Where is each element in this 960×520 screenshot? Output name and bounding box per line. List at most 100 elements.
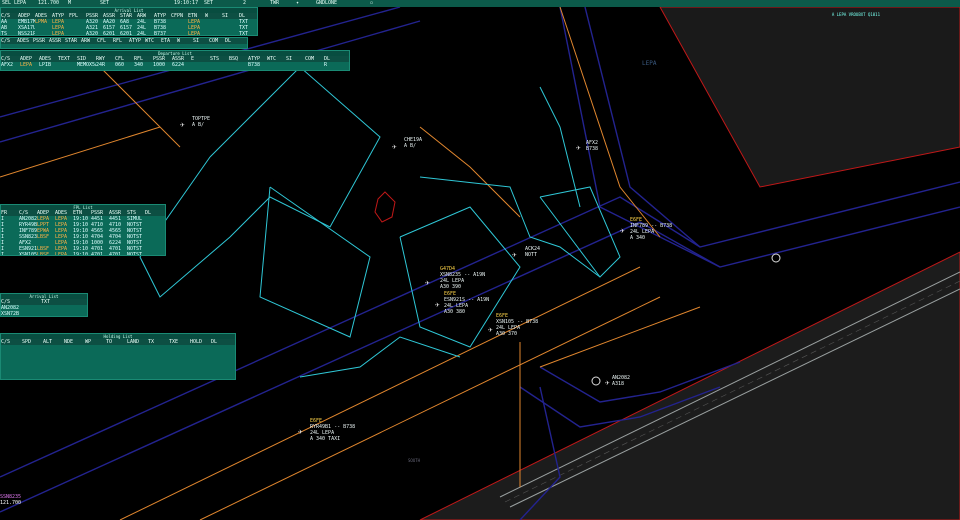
table-cell: 24R xyxy=(96,62,106,68)
table-cell: LBSF xyxy=(37,252,50,256)
track-label[interactable]: TOPTPE A B/ xyxy=(192,116,210,128)
table-cell: A320 xyxy=(86,31,99,36)
fpl-list-panel[interactable]: FPL List FR C/S ADEP ADES ETN PSSR ASSR STS DL I… xyxy=(0,204,166,256)
stand-icon xyxy=(374,191,396,223)
column-header[interactable]: ETA xyxy=(161,38,177,44)
panel-header-row: C/S ADES PSSR ASSR STAR ARW CFL RFL ATYP WTC ETA W S… xyxy=(1,38,247,44)
column-header[interactable]: STAR xyxy=(65,38,81,44)
column-header[interactable]: DL xyxy=(225,38,241,44)
column-header[interactable]: RFL xyxy=(113,38,129,44)
mode-indicator: M xyxy=(68,0,72,6)
frequency-readout: 121.700 xyxy=(38,0,60,6)
table-cell: B738 xyxy=(248,62,261,68)
table-cell: 4701 xyxy=(109,252,122,256)
track-label[interactable]: ACK24 NOTT xyxy=(525,246,540,258)
arrived-list-panel[interactable]: Arrival List C/S TXT AN2082 XSN72B xyxy=(0,293,88,317)
aircraft-icon: ✈ xyxy=(576,143,581,152)
table-row[interactable]: AFX2 LEPA LPIB MEMOX5A24R 060 340 1000 6224 B738… xyxy=(1,62,349,68)
column-header[interactable]: ALT xyxy=(43,339,64,345)
column-header[interactable]: DL xyxy=(211,339,232,345)
set-button-1[interactable]: SET xyxy=(100,0,109,7)
table-cell: 4701 xyxy=(91,252,104,256)
table-row[interactable]: I XSN105LBSF LEPA 19:10 4701 4701 NOTST xyxy=(1,252,165,256)
table-cell: 19:10 xyxy=(73,252,89,256)
column-header[interactable]: WTC xyxy=(145,38,161,44)
table-cell: LEPA xyxy=(55,252,68,256)
aircraft-icon: ✈ xyxy=(425,278,430,287)
table-row[interactable]: XSN72B xyxy=(1,311,87,317)
column-header[interactable]: PSSR xyxy=(33,38,49,44)
column-header[interactable]: TO xyxy=(106,339,127,345)
ground-radar-map[interactable]: LEPA SOUTH ✈ ✈ ✈ ✈ ✈ ✈ ✈ ✈ ✈ ✈ xyxy=(0,7,960,520)
taxi-line-5 xyxy=(559,7,661,238)
aircraft-icon: ✈ xyxy=(605,378,610,387)
terminal-outline-5 xyxy=(539,186,621,278)
table-cell: LEPA xyxy=(20,62,33,68)
table-cell: 6201 xyxy=(103,31,116,36)
column-header[interactable]: TX xyxy=(148,339,169,345)
aerodrome-selector[interactable]: LEPA xyxy=(14,0,26,7)
departure-sub-header[interactable]: C/S ADES PSSR ASSR STAR ARW CFL RFL ATYP WTC ETA W S… xyxy=(0,37,248,49)
table-cell: 1000 xyxy=(153,62,166,68)
track-label[interactable]: G47D4 XSN8235 -- A19N 24L LEPA A30 390 xyxy=(440,266,485,290)
track-label[interactable]: AN2082 A318 xyxy=(612,375,630,387)
track-label[interactable]: E6FE INF789 -- B738 24L LEPA A 340 xyxy=(630,217,672,241)
track-label[interactable]: E6FE RYR49B1 -- B738 24L LEPA A 340 TAXI xyxy=(310,418,355,442)
departure-list-panel[interactable]: Departure List C/S ADEP ADES TEXT SID RWY CFL R… xyxy=(0,50,350,71)
table-cell: XSN105 xyxy=(19,252,37,256)
track-label[interactable]: CHE19A A B/ xyxy=(404,137,422,149)
table-cell: 6201 xyxy=(120,31,133,36)
column-header[interactable]: HOLD xyxy=(190,339,211,345)
column-header[interactable]: COM xyxy=(209,38,225,44)
column-header[interactable]: SPD xyxy=(22,339,43,345)
aircraft-icon: ✈ xyxy=(512,250,517,259)
track-label[interactable]: E6FE XSN105 -- B738 24L LEPA A30 370 xyxy=(496,313,538,337)
status-line: A LEPA VROUBXT Q1011 xyxy=(831,12,880,17)
table-cell: R xyxy=(324,62,328,68)
column-header[interactable]: SI xyxy=(193,38,209,44)
aircraft-icon: ✈ xyxy=(180,120,185,129)
panel-header-row: C/S SPD ALT NDE WP TO LAND TX TXE HOLD DL xyxy=(1,339,235,345)
column-header[interactable]: C/S xyxy=(1,38,17,44)
column-header[interactable]: LAND xyxy=(127,339,148,345)
table-cell: NOTST xyxy=(127,252,143,256)
area-label: LEPA xyxy=(642,60,657,67)
clock: 19:10:17 xyxy=(174,0,199,6)
column-header[interactable]: ASSR xyxy=(49,38,65,44)
column-header[interactable]: W xyxy=(177,38,193,44)
holding-list-panel[interactable]: Holding List C/S SPD ALT NDE WP TO LAND TX TXE HO… xyxy=(0,333,236,380)
selected-frequency: 121.700 xyxy=(0,500,22,506)
south-label: SOUTH xyxy=(408,458,421,463)
top-bar: SEL LEPA 121.700 M SET 19:10:17 SET 2 TW… xyxy=(0,0,960,7)
arrival-list-panel[interactable]: Arrival List C/S ADEP ADES ATYP FPL PSSR ASSR S… xyxy=(0,7,258,36)
sel-button[interactable]: SEL xyxy=(2,0,11,7)
column-header[interactable]: C/S xyxy=(1,339,22,345)
table-cell: I xyxy=(1,252,5,256)
holding-point-icon xyxy=(771,253,781,263)
track-label[interactable]: AFX2 B738 xyxy=(586,140,598,152)
column-header[interactable]: ARW xyxy=(81,38,97,44)
set-button-2[interactable]: SET xyxy=(204,0,213,7)
aircraft-icon: ✈ xyxy=(392,142,397,151)
settings-icon[interactable]: ▫ xyxy=(370,0,373,7)
table-cell: AFX2 xyxy=(1,62,14,68)
tab-gnddel[interactable]: GNDLONE xyxy=(316,0,337,7)
table-cell: 24L xyxy=(137,31,147,36)
table-cell: XSN72B xyxy=(1,311,20,317)
aircraft-icon: ✈ xyxy=(620,226,625,235)
table-cell: 6224 xyxy=(172,62,185,68)
column-header[interactable]: NDE xyxy=(64,339,85,345)
column-header[interactable]: TXE xyxy=(169,339,190,345)
table-cell: LPIB xyxy=(39,62,52,68)
aircraft-icon: ✈ xyxy=(435,300,440,309)
column-header[interactable]: ADES xyxy=(17,38,33,44)
column-header[interactable]: WP xyxy=(85,339,106,345)
table-cell: B737 xyxy=(154,31,167,36)
track-label[interactable]: E6FE ESN921S -- A19N 24L LEPA A30 380 xyxy=(444,291,489,315)
compass-icon[interactable]: ✦ xyxy=(296,0,299,7)
table-row[interactable]: TS NSS21P LEPA A320 6201 6201 24L B737 LEPA TXT xyxy=(1,31,257,36)
column-header[interactable]: CFL xyxy=(97,38,113,44)
column-header[interactable]: ATYP xyxy=(129,38,145,44)
terminal-outline-7 xyxy=(299,336,461,378)
tab-twr[interactable]: TWR xyxy=(270,0,279,7)
